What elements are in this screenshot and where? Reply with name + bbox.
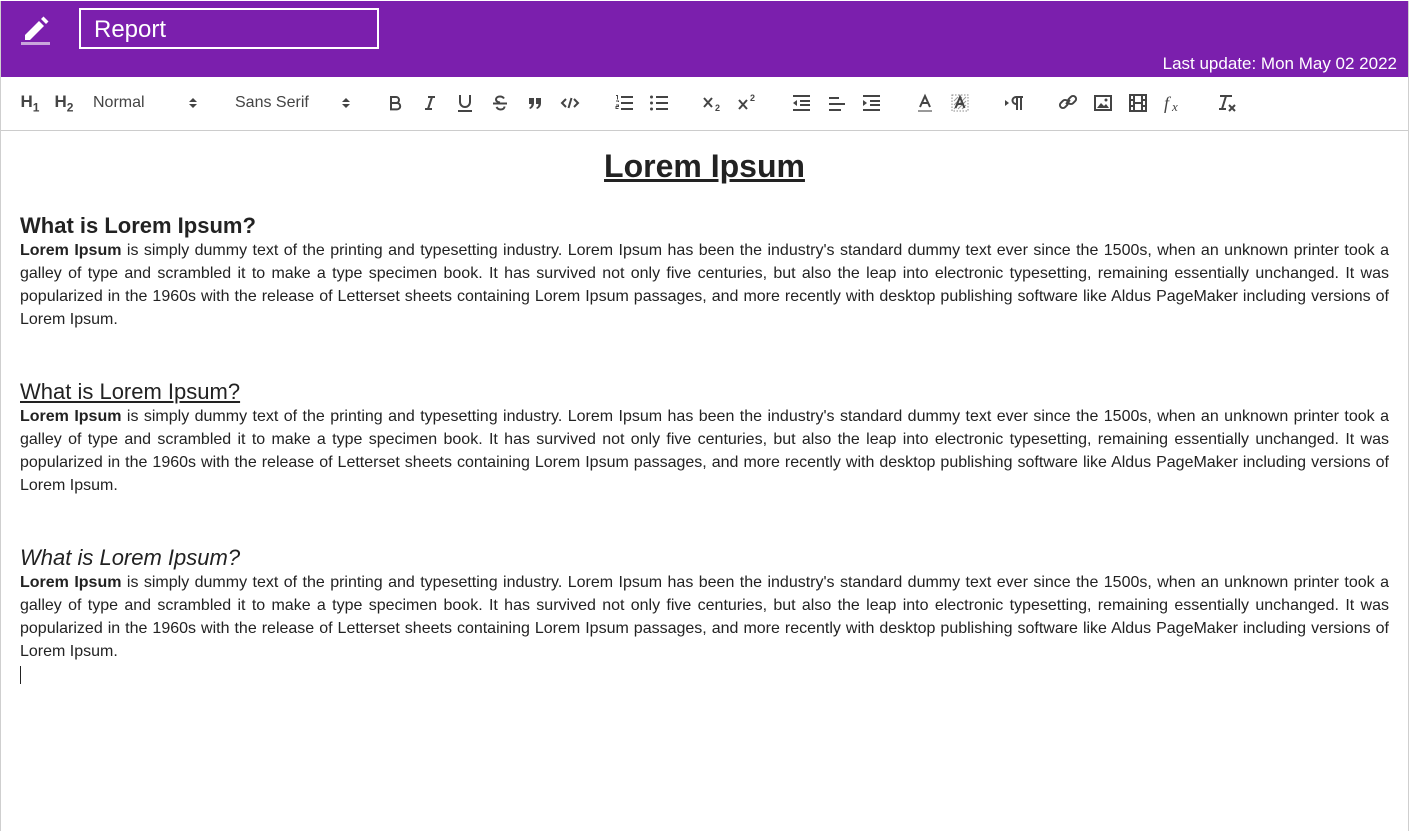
document-heading: Lorem Ipsum <box>604 148 805 184</box>
editor-toolbar: H1 H2 Normal Sans Serif 2 2 f x <box>1 77 1408 131</box>
link-icon <box>1058 94 1078 110</box>
size-select[interactable]: Normal <box>93 91 203 115</box>
heading-2-button[interactable]: H2 <box>52 91 76 115</box>
bullet-list-button[interactable] <box>647 91 671 115</box>
ordered-list-icon <box>615 95 633 110</box>
formula-icon: f x <box>1164 93 1178 114</box>
section-heading: What is Lorem Ipsum? <box>20 213 256 238</box>
subscript-button[interactable]: 2 <box>700 91 724 115</box>
bullet-list-icon <box>650 95 668 111</box>
subscript-icon: 2 <box>703 97 720 113</box>
ordered-list-button[interactable] <box>612 91 636 115</box>
section-1: What is Lorem Ipsum? Lorem Ipsum is simp… <box>20 212 1389 331</box>
font-select[interactable]: Sans Serif <box>235 91 355 115</box>
paragraph-lead: Lorem Ipsum <box>20 574 122 591</box>
bold-icon <box>390 96 402 111</box>
indent-icon <box>863 95 880 111</box>
heading-1-button[interactable]: H1 <box>18 91 42 115</box>
font-color-button[interactable] <box>913 91 937 115</box>
page: Report Last update: Mon May 02 2022 H1 H… <box>0 1 1409 831</box>
text-cursor <box>20 666 21 684</box>
link-button[interactable] <box>1056 91 1080 115</box>
svg-text:2: 2 <box>750 93 755 103</box>
size-select-value: Normal <box>93 94 145 111</box>
select-arrows-icon <box>342 98 350 108</box>
align-button[interactable] <box>824 91 848 115</box>
paragraph-lead: Lorem Ipsum <box>20 242 122 259</box>
blockquote-icon <box>529 98 541 109</box>
strike-icon <box>493 95 507 111</box>
section-paragraph: Lorem Ipsum is simply dummy text of the … <box>20 405 1389 497</box>
section-3: What is Lorem Ipsum? Lorem Ipsum is simp… <box>20 544 1389 663</box>
font-select-value: Sans Serif <box>235 94 309 111</box>
clear-format-icon <box>1219 95 1236 112</box>
paragraph-body: is simply dummy text of the printing and… <box>20 242 1389 328</box>
strike-button[interactable] <box>489 91 511 115</box>
superscript-icon: 2 <box>738 93 755 110</box>
section-paragraph: Lorem Ipsum is simply dummy text of the … <box>20 571 1389 663</box>
align-icon <box>829 97 845 111</box>
document-title-input[interactable]: Report <box>79 8 379 49</box>
code-block-button[interactable] <box>559 91 581 115</box>
pencil-icon[interactable] <box>19 13 53 47</box>
svg-text:x: x <box>1171 99 1178 114</box>
background-color-icon <box>951 94 969 112</box>
video-button[interactable] <box>1126 91 1150 115</box>
editor-content[interactable]: Lorem Ipsum What is Lorem Ipsum? Lorem I… <box>1 147 1408 684</box>
image-icon <box>1094 95 1112 111</box>
indent-button[interactable] <box>859 91 883 115</box>
paragraph-lead: Lorem Ipsum <box>20 408 122 425</box>
clear-format-button[interactable] <box>1215 91 1239 115</box>
italic-button[interactable] <box>419 91 441 115</box>
code-icon <box>560 97 580 109</box>
background-color-button[interactable] <box>948 91 972 115</box>
formula-button[interactable]: f x <box>1161 91 1185 115</box>
section-heading: What is Lorem Ipsum? <box>20 379 241 404</box>
blockquote-button[interactable] <box>524 91 546 115</box>
font-color-icon <box>918 93 932 112</box>
text-direction-button[interactable] <box>1002 91 1026 115</box>
outdent-button[interactable] <box>789 91 813 115</box>
image-button[interactable] <box>1091 91 1115 115</box>
paragraph-body: is simply dummy text of the printing and… <box>20 408 1389 494</box>
superscript-button[interactable]: 2 <box>735 91 759 115</box>
underline-icon <box>458 95 472 112</box>
select-arrows-icon <box>189 98 197 108</box>
text-direction-icon <box>1005 96 1023 110</box>
app-header: Report Last update: Mon May 02 2022 <box>1 1 1408 77</box>
bold-button[interactable] <box>384 91 406 115</box>
underline-button[interactable] <box>454 91 476 115</box>
section-paragraph: Lorem Ipsum is simply dummy text of the … <box>20 239 1389 331</box>
paragraph-body: is simply dummy text of the printing and… <box>20 574 1389 660</box>
video-icon <box>1129 94 1147 112</box>
section-heading: What is Lorem Ipsum? <box>20 545 241 570</box>
outdent-icon <box>793 95 810 111</box>
section-2: What is Lorem Ipsum? Lorem Ipsum is simp… <box>20 378 1389 497</box>
last-update-label: Last update: Mon May 02 2022 <box>1162 54 1397 73</box>
svg-text:2: 2 <box>715 103 720 113</box>
italic-icon <box>425 96 435 110</box>
svg-text:f: f <box>1164 93 1172 113</box>
